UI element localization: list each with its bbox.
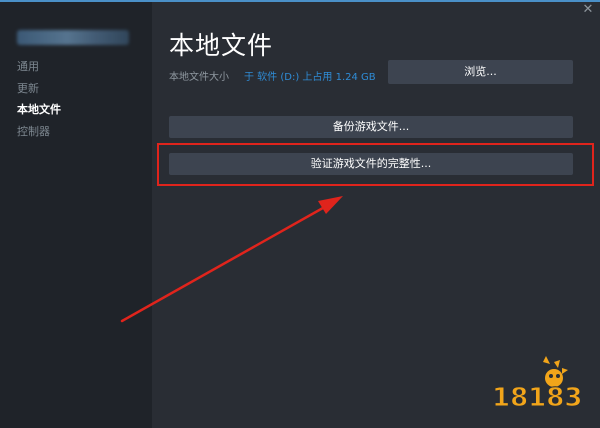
sidebar: 通用 更新 本地文件 控制器 <box>0 2 152 428</box>
watermark-text: 18183 <box>492 383 582 413</box>
local-files-size-value: 于 软件 (D:) 上占用 1.24 GB <box>244 72 376 83</box>
game-title-blurred <box>17 30 129 45</box>
browse-button[interactable]: 浏览... <box>388 60 573 84</box>
local-files-size-label: 本地文件大小 <box>169 72 229 83</box>
page-title: 本地文件 <box>169 31 274 60</box>
verify-game-files-button[interactable]: 验证游戏文件的完整性... <box>169 153 573 175</box>
sidebar-item-controller[interactable]: 控制器 <box>17 123 50 139</box>
backup-game-files-button[interactable]: 备份游戏文件... <box>169 116 573 138</box>
watermark-logo: 18183 <box>492 356 583 414</box>
sidebar-item-updates[interactable]: 更新 <box>17 80 39 96</box>
close-icon[interactable]: ✕ <box>580 2 596 18</box>
sidebar-item-local-files[interactable]: 本地文件 <box>17 101 61 117</box>
sidebar-item-general[interactable]: 通用 <box>17 58 39 74</box>
